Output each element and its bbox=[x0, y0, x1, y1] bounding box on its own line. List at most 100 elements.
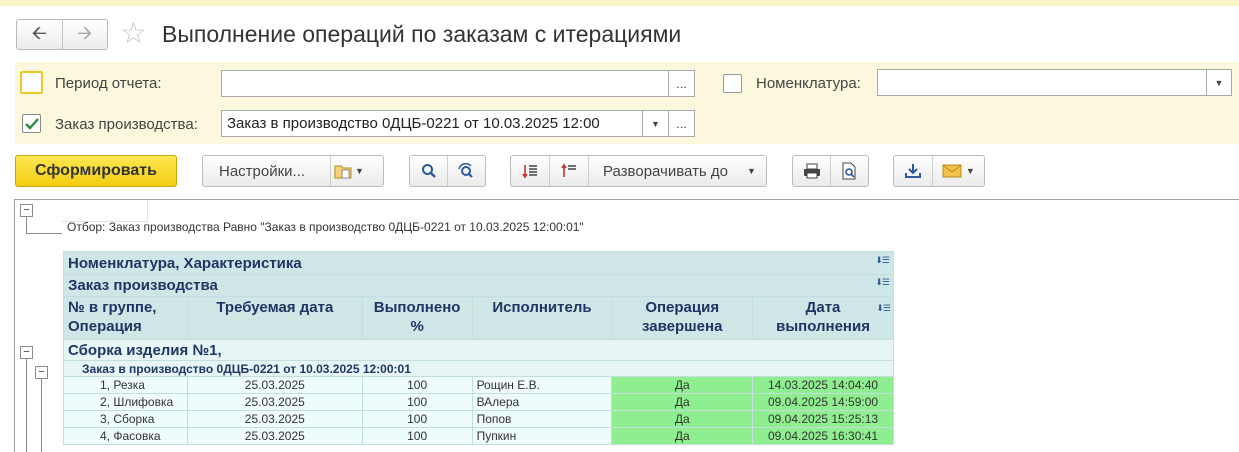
preview-button[interactable] bbox=[831, 156, 868, 186]
order-dropdown-button[interactable]: ▼ bbox=[642, 110, 669, 137]
print-group bbox=[792, 155, 869, 187]
export-group: ▼ bbox=[893, 155, 985, 187]
cell-executor: Пупкин bbox=[471, 427, 613, 445]
find-next-button[interactable] bbox=[448, 156, 485, 186]
period-label: Период отчета: bbox=[55, 75, 162, 92]
download-icon bbox=[904, 164, 921, 178]
report-filter-text: Отбор: Заказ производства Равно "Заказ в… bbox=[67, 220, 584, 234]
cell-executor: ВАлера bbox=[471, 393, 613, 411]
report-table: Номенклатура, Характеристика ⬇☰ Заказ про… bbox=[63, 251, 894, 445]
table-row[interactable]: 1, Резка 25.03.2025 100 Рощин Е.В. Да 14… bbox=[63, 376, 894, 394]
arrow-right-icon: 🡪 bbox=[77, 22, 93, 44]
nomenclature-label: Номенклатура: bbox=[756, 75, 861, 92]
cell-completion-date: 09.04.2025 16:30:41 bbox=[752, 427, 894, 445]
cell-operation: 4, Фасовка bbox=[63, 427, 188, 445]
expand-all-button[interactable] bbox=[550, 156, 588, 186]
navigation-buttons: 🡨 🡪 bbox=[16, 19, 108, 50]
column-header-percent: Выполнено % bbox=[361, 296, 473, 340]
chevron-down-icon: ▼ bbox=[1214, 77, 1224, 88]
print-button[interactable] bbox=[793, 156, 830, 186]
chevron-down-icon: ▼ bbox=[355, 166, 364, 176]
cell-required-date: 25.03.2025 bbox=[186, 410, 363, 428]
search-icon bbox=[421, 164, 436, 178]
column-header-operation: № в группе, Операция bbox=[63, 296, 188, 340]
save-button[interactable] bbox=[894, 156, 932, 186]
header-nomenclature: Номенклатура, Характеристика ⬇☰ bbox=[63, 251, 894, 275]
chevron-down-icon: ▼ bbox=[965, 166, 975, 176]
order-label: Заказ производства: bbox=[55, 116, 198, 133]
period-select-button[interactable]: ... bbox=[668, 70, 695, 97]
order-input[interactable]: Заказ в производство 0ДЦБ-0221 от 10.03.… bbox=[221, 110, 643, 137]
variant-button[interactable]: ▼ bbox=[331, 156, 367, 186]
table-row[interactable]: 4, Фасовка 25.03.2025 100 Пупкин Да 09.0… bbox=[63, 427, 894, 445]
order-select-button[interactable]: ... bbox=[668, 110, 695, 137]
cell-required-date: 25.03.2025 bbox=[186, 376, 363, 394]
generate-button[interactable]: Сформировать bbox=[15, 155, 177, 187]
chevron-down-icon: ▼ bbox=[651, 118, 660, 129]
cell-percent: 100 bbox=[361, 376, 473, 394]
order-checkbox[interactable] bbox=[22, 114, 41, 133]
table-row[interactable]: 3, Сборка 25.03.2025 100 Попов Да 09.04.… bbox=[63, 410, 894, 428]
cell-completed: Да bbox=[611, 427, 754, 445]
report-area: − Отбор: Заказ производства Равно "Заказ… bbox=[14, 199, 1239, 452]
back-button[interactable]: 🡨 bbox=[17, 20, 62, 49]
column-header-completed: Операция завершена bbox=[611, 296, 754, 340]
nomenclature-dropdown-button[interactable]: ▼ bbox=[1206, 69, 1232, 96]
column-header-completion-date: Дата выполнения ⬇☰ bbox=[752, 296, 894, 340]
cell-operation: 1, Резка bbox=[63, 376, 188, 394]
cell-operation: 2, Шлифовка bbox=[63, 393, 188, 411]
sort-icon[interactable]: ⬇☰ bbox=[875, 277, 890, 288]
send-email-button[interactable]: ▼ bbox=[933, 156, 984, 186]
sort-icon[interactable]: ⬇☰ bbox=[875, 255, 890, 266]
column-header-required-date: Требуемая дата bbox=[186, 296, 363, 340]
expand-to-button[interactable]: Разворачивать до bbox=[589, 163, 747, 180]
expand-group: Разворачивать до ▼ bbox=[510, 155, 767, 187]
cell-operation: 3, Сборка bbox=[63, 410, 188, 428]
cell-executor: Рощин Е.В. bbox=[471, 376, 613, 394]
cell-completed: Да bbox=[611, 410, 754, 428]
forward-button[interactable]: 🡪 bbox=[61, 20, 108, 49]
sort-icon[interactable]: ⬇☰ bbox=[876, 299, 891, 318]
print-preview-icon bbox=[842, 162, 856, 180]
top-strip bbox=[0, 0, 1239, 6]
collapse-all-button[interactable] bbox=[511, 156, 549, 186]
find-button[interactable] bbox=[410, 156, 447, 186]
cell-percent: 100 bbox=[361, 410, 473, 428]
cell-required-date: 25.03.2025 bbox=[186, 393, 363, 411]
cell-completed: Да bbox=[611, 393, 754, 411]
subgroup-row[interactable]: Заказ в производство 0ДЦБ-0221 от 10.03.… bbox=[63, 360, 894, 377]
column-header-executor: Исполнитель bbox=[471, 296, 613, 340]
favorite-star-icon[interactable]: ☆ bbox=[120, 17, 147, 51]
printer-icon bbox=[803, 163, 820, 179]
collapse-group-icon[interactable]: − bbox=[20, 346, 33, 359]
checkmark-icon bbox=[24, 117, 39, 130]
cell-completed: Да bbox=[611, 376, 754, 394]
cell-required-date: 25.03.2025 bbox=[186, 427, 363, 445]
group-row[interactable]: Сборка изделия №1, bbox=[63, 339, 894, 361]
envelope-icon bbox=[942, 164, 962, 178]
settings-button[interactable]: Настройки... bbox=[203, 163, 330, 180]
search-group bbox=[409, 155, 486, 187]
expand-icon bbox=[561, 163, 576, 177]
cell-percent: 100 bbox=[361, 393, 473, 411]
nomenclature-input[interactable] bbox=[877, 69, 1207, 96]
period-input[interactable] bbox=[221, 70, 669, 97]
report-variant-icon bbox=[334, 165, 352, 179]
cell-percent: 100 bbox=[361, 427, 473, 445]
settings-group: Настройки... ▼ bbox=[202, 155, 384, 187]
search-next-icon bbox=[458, 163, 474, 178]
collapse-filter-icon[interactable]: − bbox=[20, 204, 33, 217]
collapse-icon bbox=[522, 165, 537, 179]
arrow-left-icon: 🡨 bbox=[31, 22, 47, 44]
cell-completion-date: 09.04.2025 14:59:00 bbox=[752, 393, 894, 411]
collapse-subgroup-icon[interactable]: − bbox=[35, 366, 48, 379]
chevron-down-icon: ▼ bbox=[747, 166, 756, 176]
cell-completion-date: 14.03.2025 14:04:40 bbox=[752, 376, 894, 394]
page-title: Выполнение операций по заказам с итераци… bbox=[162, 21, 682, 47]
cell-completion-date: 09.04.2025 15:25:13 bbox=[752, 410, 894, 428]
period-checkbox[interactable] bbox=[20, 71, 43, 94]
header-order: Заказ производства ⬇☰ bbox=[63, 274, 894, 297]
cell-executor: Попов bbox=[471, 410, 613, 428]
table-row[interactable]: 2, Шлифовка 25.03.2025 100 ВАлера Да 09.… bbox=[63, 393, 894, 411]
nomenclature-checkbox[interactable] bbox=[723, 74, 742, 93]
